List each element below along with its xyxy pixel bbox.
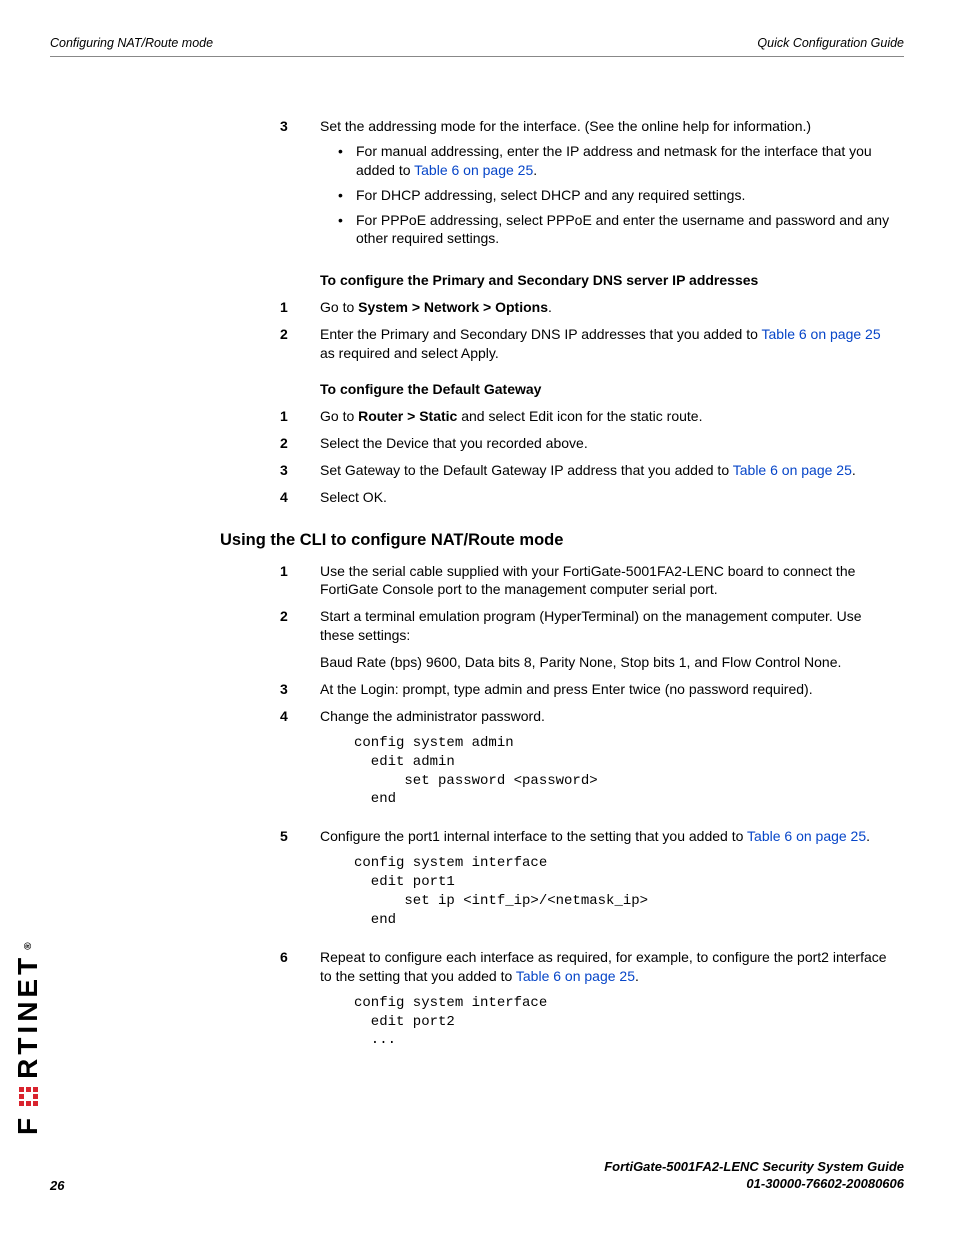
header-left: Configuring NAT/Route mode (50, 36, 213, 50)
footer-docid: 01-30000-76602-20080606 (50, 1175, 904, 1193)
step-number: 2 (280, 607, 320, 672)
page-header: Configuring NAT/Route mode Quick Configu… (50, 36, 904, 57)
step-number: 4 (280, 707, 320, 819)
step-3: 3 At the Login: prompt, type admin and p… (280, 680, 894, 699)
step-number: 4 (280, 488, 320, 507)
step-text: At the Login: prompt, type admin and pre… (320, 680, 894, 699)
step-2: 2 Select the Device that you recorded ab… (280, 434, 894, 453)
xref-link[interactable]: Table 6 on page 25 (733, 462, 852, 478)
header-right: Quick Configuration Guide (757, 36, 904, 50)
step-1: 1 Use the serial cable supplied with you… (280, 562, 894, 600)
step-text-end: and select Edit icon for the static rout… (457, 408, 702, 424)
bullet-text: For DHCP addressing, select DHCP and any… (356, 186, 745, 205)
step-text: Use the serial cable supplied with your … (320, 562, 894, 600)
step-text-end: . (852, 462, 856, 478)
footer-title: FortiGate-5001FA2-LENC Security System G… (50, 1158, 904, 1176)
step-1: 1 Go to System > Network > Options. (280, 298, 894, 317)
bullet-icon: • (338, 142, 356, 180)
code-block: config system interface edit port1 set i… (354, 854, 894, 930)
step-6: 6 Repeat to configure each interface as … (280, 948, 894, 1060)
bullet-item: • For manual addressing, enter the IP ad… (338, 142, 894, 180)
step-number: 3 (280, 680, 320, 699)
step-text: Enter the Primary and Secondary DNS IP a… (320, 326, 762, 342)
section-heading: Using the CLI to configure NAT/Route mod… (220, 531, 894, 550)
step-text: Set Gateway to the Default Gateway IP ad… (320, 462, 733, 478)
step-3: 3 Set Gateway to the Default Gateway IP … (280, 461, 894, 480)
step-number: 2 (280, 434, 320, 453)
step-text-end: . (548, 299, 552, 315)
page-number: 26 (50, 1178, 64, 1193)
code-block: config system admin edit admin set passw… (354, 734, 894, 810)
ui-path: Router > Static (358, 408, 457, 424)
step-number: 2 (280, 325, 320, 363)
step-2: 2 Enter the Primary and Secondary DNS IP… (280, 325, 894, 363)
logo-grid-icon (19, 1087, 38, 1106)
step-number: 1 (280, 407, 320, 426)
procedure-heading: To configure the Default Gateway (320, 381, 894, 397)
step-1: 1 Go to Router > Static and select Edit … (280, 407, 894, 426)
step-text: Go to (320, 299, 358, 315)
xref-link[interactable]: Table 6 on page 25 (414, 162, 533, 178)
step-3: 3 Set the addressing mode for the interf… (280, 117, 894, 254)
step-number: 6 (280, 948, 320, 1060)
procedure-heading: To configure the Primary and Secondary D… (320, 272, 894, 288)
main-content: 3 Set the addressing mode for the interf… (280, 117, 894, 1060)
step-text: Configure the port1 internal interface t… (320, 828, 747, 844)
step-4: 4 Select OK. (280, 488, 894, 507)
step-note: Baud Rate (bps) 9600, Data bits 8, Parit… (320, 653, 894, 672)
step-number: 3 (280, 461, 320, 480)
xref-link[interactable]: Table 6 on page 25 (762, 326, 881, 342)
step-text: Start a terminal emulation program (Hype… (320, 607, 894, 645)
xref-link[interactable]: Table 6 on page 25 (516, 968, 635, 984)
step-text: Select the Device that you recorded abov… (320, 434, 894, 453)
bullet-text-end: . (533, 162, 537, 178)
step-number: 3 (280, 117, 320, 254)
step-5: 5 Configure the port1 internal interface… (280, 827, 894, 939)
fortinet-logo: F RTINET® (12, 938, 44, 1135)
step-4: 4 Change the administrator password. con… (280, 707, 894, 819)
step-text-end: . (635, 968, 639, 984)
step-text: Go to (320, 408, 358, 424)
step-number: 5 (280, 827, 320, 939)
step-text-end: as required and select Apply. (320, 345, 499, 361)
code-block: config system interface edit port2 ... (354, 994, 894, 1051)
xref-link[interactable]: Table 6 on page 25 (747, 828, 866, 844)
step-text-end: . (866, 828, 870, 844)
step-number: 1 (280, 298, 320, 317)
bullet-icon: • (338, 211, 356, 249)
step-2: 2 Start a terminal emulation program (Hy… (280, 607, 894, 672)
step-text: Set the addressing mode for the interfac… (320, 117, 894, 136)
bullet-icon: • (338, 186, 356, 205)
step-number: 1 (280, 562, 320, 600)
bullet-item: • For PPPoE addressing, select PPPoE and… (338, 211, 894, 249)
ui-path: System > Network > Options (358, 299, 548, 315)
bullet-item: • For DHCP addressing, select DHCP and a… (338, 186, 894, 205)
step-text: Change the administrator password. (320, 707, 894, 726)
bullet-text: For PPPoE addressing, select PPPoE and e… (356, 211, 894, 249)
step-text: Select OK. (320, 488, 894, 507)
page-footer: 26 FortiGate-5001FA2-LENC Security Syste… (50, 1158, 904, 1193)
